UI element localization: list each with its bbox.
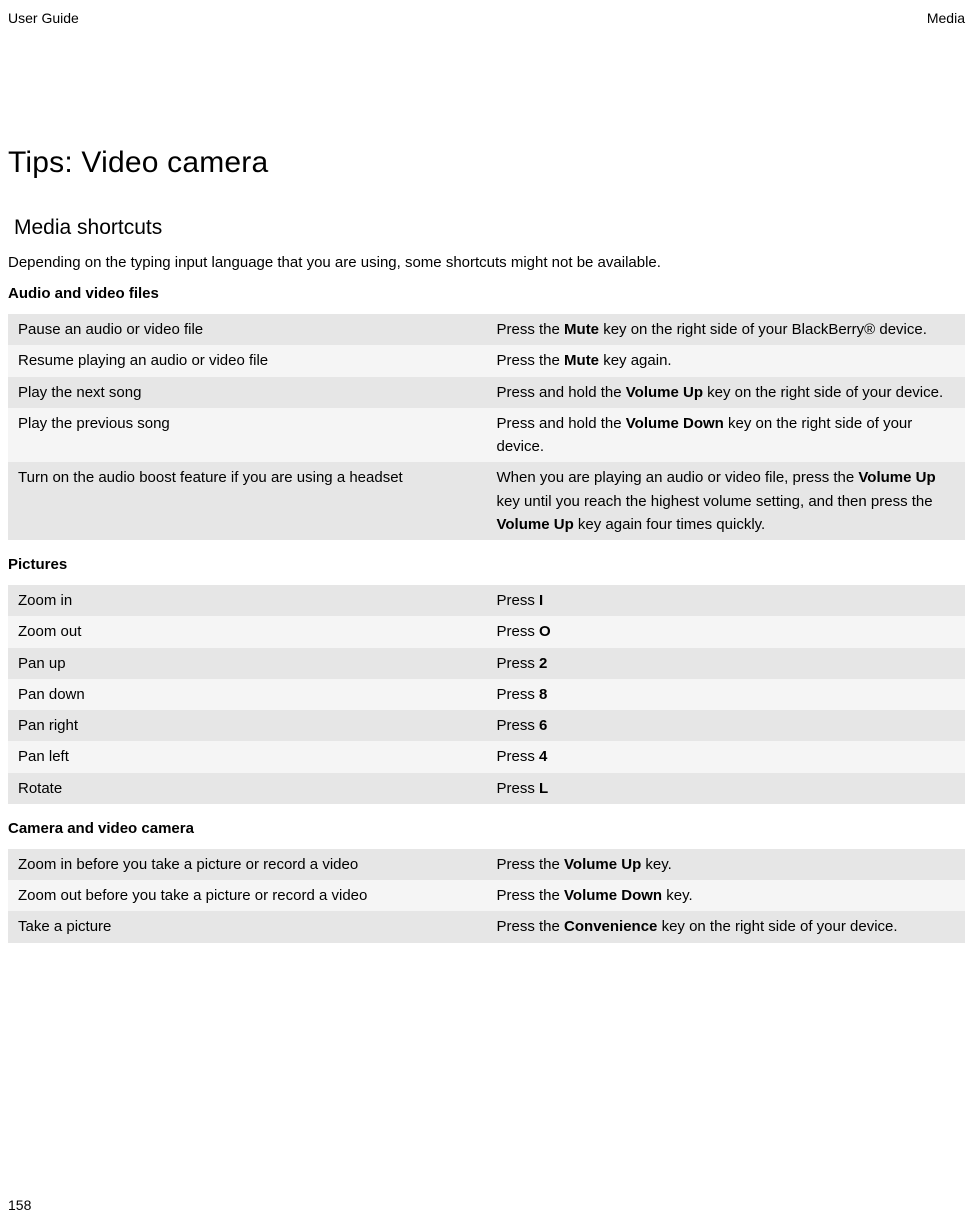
table-row: Play the previous songPress and hold the… [8, 408, 965, 463]
table-row: Resume playing an audio or video filePre… [8, 345, 965, 376]
table-row: Zoom out before you take a picture or re… [8, 880, 965, 911]
subhead-camera: Camera and video camera [8, 820, 965, 837]
subhead-pictures: Pictures [8, 556, 965, 573]
shortcut-label: Zoom in [8, 585, 487, 616]
shortcut-label: Play the previous song [8, 408, 487, 463]
shortcut-action: Press the Mute key again. [487, 345, 966, 376]
shortcut-action: Press the Volume Down key. [487, 880, 966, 911]
table-audio-video: Pause an audio or video filePress the Mu… [8, 314, 965, 540]
shortcut-action: Press 8 [487, 679, 966, 710]
table-camera: Zoom in before you take a picture or rec… [8, 849, 965, 943]
shortcut-action: Press 2 [487, 648, 966, 679]
table-row: RotatePress L [8, 773, 965, 804]
page-number: 158 [8, 1197, 31, 1213]
shortcut-action: Press 6 [487, 710, 966, 741]
table-row: Pan downPress 8 [8, 679, 965, 710]
shortcut-action: Press the Mute key on the right side of … [487, 314, 966, 345]
intro-paragraph: Depending on the typing input language t… [8, 254, 965, 271]
shortcut-label: Play the next song [8, 377, 487, 408]
page-header: User Guide Media [8, 10, 965, 26]
shortcut-action: Press 4 [487, 741, 966, 772]
shortcut-action: Press and hold the Volume Down key on th… [487, 408, 966, 463]
shortcut-label: Pan right [8, 710, 487, 741]
table-row: Pause an audio or video filePress the Mu… [8, 314, 965, 345]
table-row: Zoom outPress O [8, 616, 965, 647]
subhead-audio-video: Audio and video files [8, 285, 965, 302]
page-title: Tips: Video camera [8, 146, 965, 180]
table-pictures: Zoom inPress IZoom outPress OPan upPress… [8, 585, 965, 804]
table-row: Zoom in before you take a picture or rec… [8, 849, 965, 880]
table-row: Play the next songPress and hold the Vol… [8, 377, 965, 408]
table-row: Pan leftPress 4 [8, 741, 965, 772]
shortcut-label: Pan left [8, 741, 487, 772]
shortcut-action: Press I [487, 585, 966, 616]
shortcut-action: When you are playing an audio or video f… [487, 462, 966, 540]
table-row: Pan rightPress 6 [8, 710, 965, 741]
shortcut-action: Press the Volume Up key. [487, 849, 966, 880]
shortcut-label: Rotate [8, 773, 487, 804]
header-left: User Guide [8, 10, 79, 26]
shortcut-label: Pause an audio or video file [8, 314, 487, 345]
table-row: Take a picturePress the Convenience key … [8, 911, 965, 942]
shortcut-label: Take a picture [8, 911, 487, 942]
section-heading: Media shortcuts [8, 216, 965, 240]
table-row: Turn on the audio boost feature if you a… [8, 462, 965, 540]
header-right: Media [927, 10, 965, 26]
shortcut-label: Pan down [8, 679, 487, 710]
shortcut-label: Zoom out [8, 616, 487, 647]
shortcut-label: Zoom in before you take a picture or rec… [8, 849, 487, 880]
table-row: Pan upPress 2 [8, 648, 965, 679]
shortcut-label: Resume playing an audio or video file [8, 345, 487, 376]
shortcut-label: Turn on the audio boost feature if you a… [8, 462, 487, 540]
shortcut-label: Pan up [8, 648, 487, 679]
shortcut-action: Press O [487, 616, 966, 647]
shortcut-action: Press L [487, 773, 966, 804]
shortcut-label: Zoom out before you take a picture or re… [8, 880, 487, 911]
shortcut-action: Press and hold the Volume Up key on the … [487, 377, 966, 408]
shortcut-action: Press the Convenience key on the right s… [487, 911, 966, 942]
table-row: Zoom inPress I [8, 585, 965, 616]
